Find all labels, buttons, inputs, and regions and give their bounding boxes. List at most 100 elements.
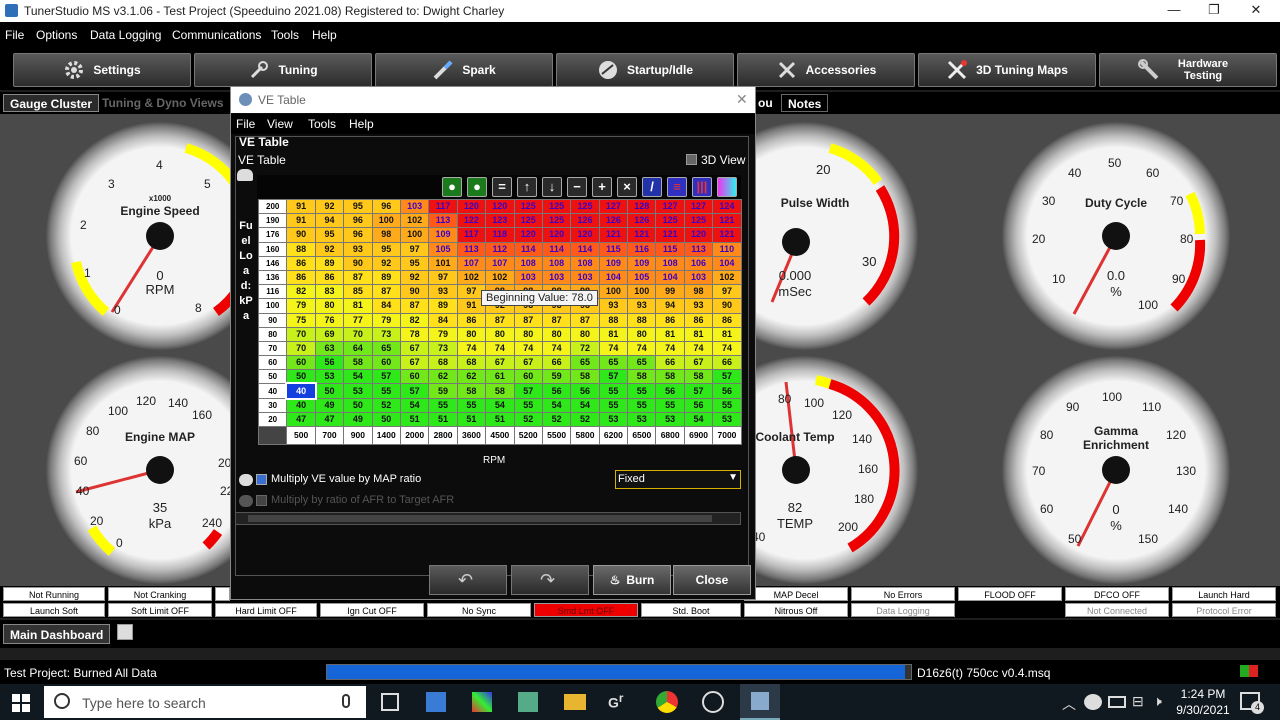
clock-time[interactable]: 1:24 PM xyxy=(1176,687,1230,701)
ve-cell[interactable]: 103 xyxy=(513,269,543,286)
ve-cell[interactable]: 81 xyxy=(598,326,629,342)
ve-cell[interactable]: 60 xyxy=(513,369,543,385)
dashboard-menu-icon[interactable] xyxy=(117,624,133,640)
burn-button[interactable]: ♨ Burn xyxy=(593,565,671,595)
ve-menu-view[interactable]: View xyxy=(267,117,293,131)
ve-cell[interactable]: 89 xyxy=(314,255,345,271)
ve-cell[interactable]: 60 xyxy=(399,369,430,385)
ve-cell[interactable]: 65 xyxy=(570,355,600,371)
ve-cell[interactable]: 110 xyxy=(712,241,742,257)
ve-cell[interactable]: 68 xyxy=(456,355,487,371)
ve-cell[interactable]: 76 xyxy=(314,312,345,328)
tab-main-dashboard[interactable]: Main Dashboard xyxy=(3,624,111,644)
taskbar-app-icon[interactable] xyxy=(426,692,446,712)
ve-cell[interactable]: 80 xyxy=(456,326,487,342)
ve-cell[interactable]: 66 xyxy=(712,355,742,371)
multiply-mode-select[interactable]: Fixed ▼ xyxy=(615,470,741,489)
ve-cell[interactable]: 98 xyxy=(683,284,714,300)
ve-cell[interactable]: 54 xyxy=(399,397,430,413)
decrease-icon[interactable]: ● xyxy=(467,177,487,197)
ve-cell[interactable]: 86 xyxy=(286,255,316,271)
horizontal-interpolate-icon[interactable]: ≡ xyxy=(667,177,687,197)
ve-cell[interactable]: 81 xyxy=(683,326,714,342)
ve-menu-tools[interactable]: Tools xyxy=(308,117,336,131)
tray-app-icon[interactable] xyxy=(1084,694,1102,710)
ve-cell[interactable]: 128 xyxy=(627,198,657,215)
ve-menu-file[interactable]: File xyxy=(236,117,255,131)
column-header[interactable]: 6900 xyxy=(683,426,714,445)
ve-cell[interactable]: 49 xyxy=(314,397,345,413)
ve-cell[interactable]: 61 xyxy=(485,369,515,385)
taskbar-app-icon[interactable]: Gr xyxy=(608,692,630,712)
ve-cell[interactable]: 120 xyxy=(456,198,487,215)
ve-cell[interactable]: 58 xyxy=(683,369,714,385)
ve-cell[interactable]: 93 xyxy=(428,284,458,300)
ve-cell[interactable]: 102 xyxy=(456,269,487,286)
row-header[interactable]: 70 xyxy=(257,340,288,357)
ve-cell[interactable]: 58 xyxy=(627,369,657,385)
minimize-button[interactable]: — xyxy=(1154,1,1194,21)
ve-cell[interactable]: 113 xyxy=(456,241,487,257)
spark-button[interactable]: Spark xyxy=(375,53,553,87)
ve-cell[interactable]: 104 xyxy=(712,255,742,271)
ve-cell[interactable]: 113 xyxy=(683,241,714,257)
ve-cell[interactable]: 50 xyxy=(371,411,401,428)
ve-cell[interactable]: 90 xyxy=(712,298,742,314)
ve-cell[interactable]: 69 xyxy=(314,326,345,342)
row-header[interactable]: 100 xyxy=(257,298,288,314)
ve-cell[interactable]: 65 xyxy=(371,340,401,357)
ve-cell[interactable]: 56 xyxy=(541,383,572,399)
ve-cell[interactable]: 84 xyxy=(428,312,458,328)
row-header[interactable]: 60 xyxy=(257,355,288,371)
column-header[interactable]: 5800 xyxy=(570,426,600,445)
ve-cell[interactable]: 58 xyxy=(570,369,600,385)
ve-cell[interactable]: 117 xyxy=(456,227,487,243)
increase-icon[interactable]: ● xyxy=(442,177,462,197)
ve-cell[interactable]: 60 xyxy=(286,355,316,371)
ve-cell[interactable]: 51 xyxy=(428,411,458,428)
ve-cell[interactable]: 100 xyxy=(399,227,430,243)
ve-cell[interactable]: 108 xyxy=(541,255,572,271)
column-header[interactable]: 6800 xyxy=(655,426,685,445)
ve-cell[interactable]: 93 xyxy=(343,241,373,257)
column-header[interactable]: 1400 xyxy=(371,426,401,445)
ve-cell[interactable]: 121 xyxy=(655,227,685,243)
ve-cell[interactable]: 118 xyxy=(485,227,515,243)
ve-cell[interactable]: 125 xyxy=(513,198,543,215)
row-header[interactable]: 190 xyxy=(257,213,288,229)
tab-hidden[interactable]: ou xyxy=(752,94,779,112)
multiply-icon[interactable]: × xyxy=(617,177,637,197)
ve-cell[interactable]: 74 xyxy=(541,340,572,357)
ve-cell[interactable]: 66 xyxy=(655,355,685,371)
column-header[interactable]: 900 xyxy=(343,426,373,445)
ve-cell[interactable]: 50 xyxy=(286,369,316,385)
ve-cell[interactable]: 109 xyxy=(627,255,657,271)
ve-cell[interactable]: 93 xyxy=(683,298,714,314)
column-header[interactable]: 6200 xyxy=(598,426,629,445)
ve-cell[interactable]: 123 xyxy=(485,213,515,229)
ve-cell[interactable]: 101 xyxy=(428,255,458,271)
ve-cell[interactable]: 127 xyxy=(655,198,685,215)
ve-cell[interactable]: 127 xyxy=(598,198,629,215)
ve-cell[interactable]: 65 xyxy=(627,355,657,371)
ve-cell[interactable]: 88 xyxy=(627,312,657,328)
column-header[interactable]: 4500 xyxy=(485,426,515,445)
ve-cell[interactable]: 98 xyxy=(371,227,401,243)
ve-cell[interactable]: 88 xyxy=(598,312,629,328)
ve-cell[interactable]: 70 xyxy=(286,326,316,342)
ve-cell[interactable]: 86 xyxy=(456,312,487,328)
ve-cell[interactable]: 122 xyxy=(456,213,487,229)
ve-cell[interactable]: 121 xyxy=(627,227,657,243)
hardware-testing-button[interactable]: Hardware Testing xyxy=(1099,53,1277,87)
row-header[interactable]: 80 xyxy=(257,326,288,342)
ve-cell[interactable]: 86 xyxy=(683,312,714,328)
ve-cell[interactable]: 79 xyxy=(286,298,316,314)
ve-cell[interactable]: 95 xyxy=(371,241,401,257)
ve-cell[interactable]: 56 xyxy=(655,383,685,399)
ve-cell[interactable]: 74 xyxy=(712,340,742,357)
ve-cell[interactable]: 55 xyxy=(627,383,657,399)
ve-cell[interactable]: 108 xyxy=(513,255,543,271)
ve-cell[interactable]: 109 xyxy=(428,227,458,243)
notifications-icon[interactable]: 4 xyxy=(1240,692,1264,714)
row-header[interactable]: 146 xyxy=(257,255,288,271)
